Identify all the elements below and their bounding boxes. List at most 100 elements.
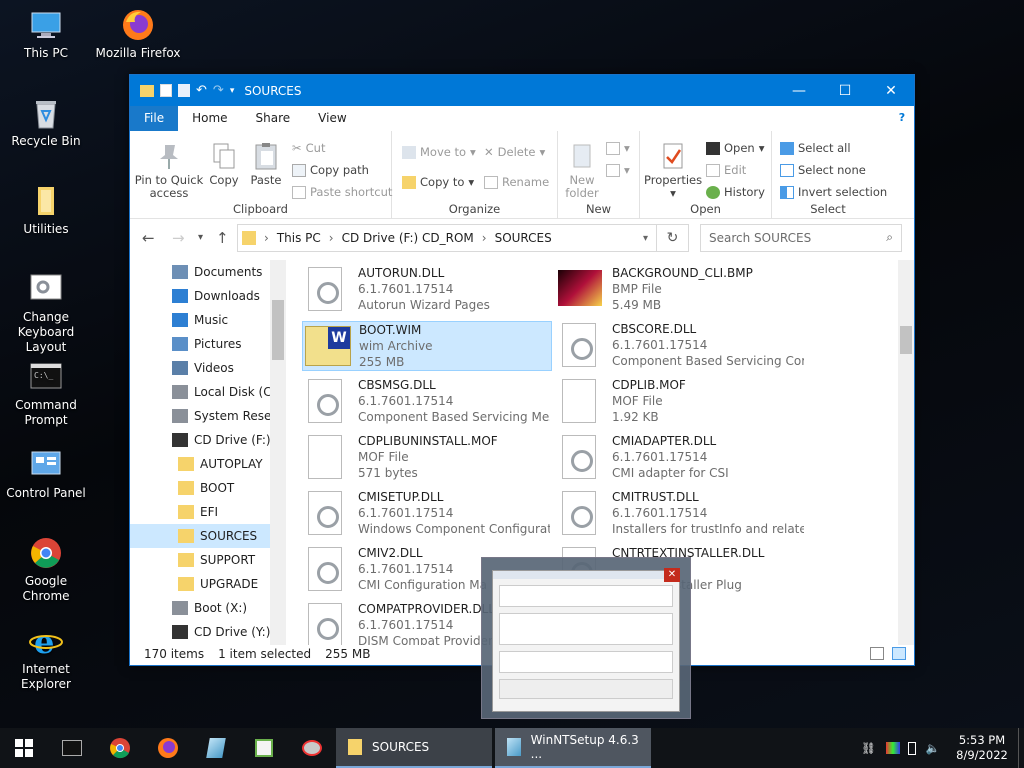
nav-scrollbar[interactable] xyxy=(270,260,286,645)
tab-file[interactable]: File xyxy=(130,106,179,131)
delete-button[interactable]: ✕ Delete ▾ xyxy=(484,145,545,159)
close-button[interactable]: ✕ xyxy=(868,75,914,106)
desktop-icon-recycle-bin[interactable]: Recycle Bin xyxy=(0,96,92,149)
search-input[interactable]: Search SOURCES ⌕ xyxy=(700,224,902,252)
title-bar[interactable]: ↶ ↷ ▾ SOURCES — ☐ ✕ xyxy=(130,75,914,106)
color-icon[interactable] xyxy=(885,742,900,754)
new-folder-button[interactable]: New folder xyxy=(562,141,602,200)
forward-button[interactable]: → xyxy=(172,229,185,247)
nav-item[interactable]: BOOT xyxy=(130,476,285,500)
select-none-button[interactable]: Select none xyxy=(780,163,866,177)
nav-item[interactable]: Documents xyxy=(130,260,285,284)
maximize-button[interactable]: ☐ xyxy=(822,75,868,106)
help-icon[interactable]: ? xyxy=(894,110,910,126)
breadcrumb-this-pc[interactable]: This PC xyxy=(277,231,321,245)
tab-share[interactable]: Share xyxy=(241,106,305,131)
chevron-down-icon[interactable]: ▾ xyxy=(643,233,648,244)
nav-item[interactable]: AUTOPLAY xyxy=(130,452,285,476)
start-button[interactable] xyxy=(0,728,48,768)
file-tile[interactable]: CBSMSG.DLL 6.1.7601.17514 Component Based … xyxy=(302,377,552,427)
breadcrumb-sources[interactable]: SOURCES xyxy=(495,231,552,245)
file-tile[interactable]: W BOOT.WIM wim Archive 255 MB xyxy=(302,321,552,371)
desktop-icon-keyboard-layout[interactable]: Change Keyboard Layout xyxy=(0,272,92,355)
desktop-icon-internet-explorer[interactable]: e Internet Explorer xyxy=(0,623,92,692)
nav-item[interactable]: SUPPORT xyxy=(130,548,285,572)
desktop-icon-firefox[interactable]: Mozilla Firefox xyxy=(92,8,184,61)
desktop-icon-chrome[interactable]: Google Chrome xyxy=(0,536,92,604)
taskbar-button-winntsetup[interactable]: WinNTSetup 4.6.3 ... xyxy=(495,728,651,768)
file-tile[interactable]: CDPLIB.MOF MOF File 1.92 KB xyxy=(556,377,806,427)
content-scrollbar[interactable] xyxy=(898,260,914,645)
file-tile[interactable]: CMITRUST.DLL 6.1.7601.17514 Installers for… xyxy=(556,489,806,539)
new-folder-icon[interactable] xyxy=(178,84,190,97)
minimize-button[interactable]: — xyxy=(776,75,822,106)
back-button[interactable]: ← xyxy=(142,229,155,247)
nav-item[interactable]: CD Drive (Y:) H xyxy=(130,620,285,644)
network-icon[interactable]: ⛓ xyxy=(861,741,876,755)
taskbar-chart-app[interactable] xyxy=(240,728,288,768)
nav-item[interactable]: Videos xyxy=(130,356,285,380)
taskbar-command-prompt[interactable] xyxy=(48,728,96,768)
properties-icon[interactable] xyxy=(160,84,172,97)
move-to-button[interactable]: Move to ▾ xyxy=(402,145,476,159)
volume-icon[interactable]: 🔈 xyxy=(926,741,940,755)
taskbar-paint-app[interactable] xyxy=(288,728,336,768)
copy-to-button[interactable]: Copy to ▾ xyxy=(402,175,474,189)
open-button[interactable]: Open ▾ xyxy=(706,141,765,155)
nav-item[interactable]: UPGRADE xyxy=(130,572,285,596)
up-button[interactable]: ↑ xyxy=(216,229,229,247)
nav-item[interactable]: Pictures xyxy=(130,332,285,356)
paste-button[interactable]: Paste xyxy=(246,141,286,187)
refresh-button[interactable]: ↻ xyxy=(657,224,689,252)
close-preview-button[interactable]: ✕ xyxy=(664,568,680,582)
file-tile[interactable]: CMISETUP.DLL 6.1.7601.17514 Windows Compon… xyxy=(302,489,552,539)
easy-access-button[interactable]: ▾ xyxy=(606,163,630,177)
nav-item[interactable]: Local Disk (C:) xyxy=(130,380,285,404)
nav-item[interactable]: Music xyxy=(130,308,285,332)
desktop-icon-utilities[interactable]: Utilities xyxy=(0,184,92,237)
clock[interactable]: 5:53 PM 8/9/2022 xyxy=(950,733,1014,763)
pin-button[interactable]: Pin to Quick access xyxy=(134,141,204,200)
file-tile[interactable]: BACKGROUND_CLI.BMP BMP File 5.49 MB xyxy=(556,265,806,315)
nav-item[interactable]: SOURCES xyxy=(130,524,285,548)
history-button[interactable]: History xyxy=(706,185,765,199)
copy-path-button[interactable]: Copy path xyxy=(292,163,369,177)
taskbar-button-sources[interactable]: SOURCES xyxy=(336,728,492,768)
battery-icon[interactable] xyxy=(907,741,916,755)
new-item-button[interactable]: ▾ xyxy=(606,141,630,155)
file-tile[interactable]: CMIADAPTER.DLL 6.1.7601.17514 CMI adapter … xyxy=(556,433,806,483)
edit-button[interactable]: Edit xyxy=(706,163,746,177)
cut-button[interactable]: ✂ Cut xyxy=(292,141,325,155)
nav-item[interactable]: Downloads xyxy=(130,284,285,308)
invert-selection-button[interactable]: Invert selection xyxy=(780,185,887,199)
chevron-down-icon[interactable]: ▾ xyxy=(230,86,235,96)
select-all-button[interactable]: Select all xyxy=(780,141,851,155)
redo-icon[interactable]: ↷ xyxy=(213,83,224,98)
details-view-icon[interactable] xyxy=(870,647,884,660)
tab-view[interactable]: View xyxy=(304,106,914,131)
tab-home[interactable]: Home xyxy=(178,106,242,131)
rename-button[interactable]: Rename xyxy=(484,175,549,189)
desktop-icon-control-panel[interactable]: Control Panel xyxy=(0,448,92,501)
recent-locations-button[interactable]: ▾ xyxy=(198,232,203,243)
nav-item[interactable]: Boot (X:) xyxy=(130,596,285,620)
file-tile[interactable]: AUTORUN.DLL 6.1.7601.17514 Autorun Wizard … xyxy=(302,265,552,315)
breadcrumb-cd-drive[interactable]: CD Drive (F:) CD_ROM xyxy=(342,231,474,245)
properties-button[interactable]: Properties ▾ xyxy=(644,141,702,200)
desktop-icon-this-pc[interactable]: This PC xyxy=(0,8,92,61)
taskbar-chrome[interactable] xyxy=(96,728,144,768)
paste-shortcut-button[interactable]: Paste shortcut xyxy=(292,185,392,199)
copy-button[interactable]: Copy xyxy=(206,141,242,187)
undo-icon[interactable]: ↶ xyxy=(196,83,207,98)
address-bar[interactable]: › This PC › CD Drive (F:) CD_ROM › SOURC… xyxy=(237,224,657,252)
desktop-icon-command-prompt[interactable]: C:\_ Command Prompt xyxy=(0,360,92,428)
nav-item[interactable]: System Reserve xyxy=(130,404,285,428)
taskbar-preview[interactable]: ✕ xyxy=(481,557,691,719)
show-desktop-button[interactable] xyxy=(1018,728,1024,768)
file-tile[interactable]: CDPLIBUNINSTALL.MOF MOF File 571 bytes xyxy=(302,433,552,483)
tiles-view-icon[interactable] xyxy=(892,647,906,660)
nav-item[interactable]: EFI xyxy=(130,500,285,524)
file-tile[interactable]: CBSCORE.DLL 6.1.7601.17514 Component Based… xyxy=(556,321,806,371)
taskbar-winntsetup[interactable] xyxy=(192,728,240,768)
taskbar-firefox[interactable] xyxy=(144,728,192,768)
